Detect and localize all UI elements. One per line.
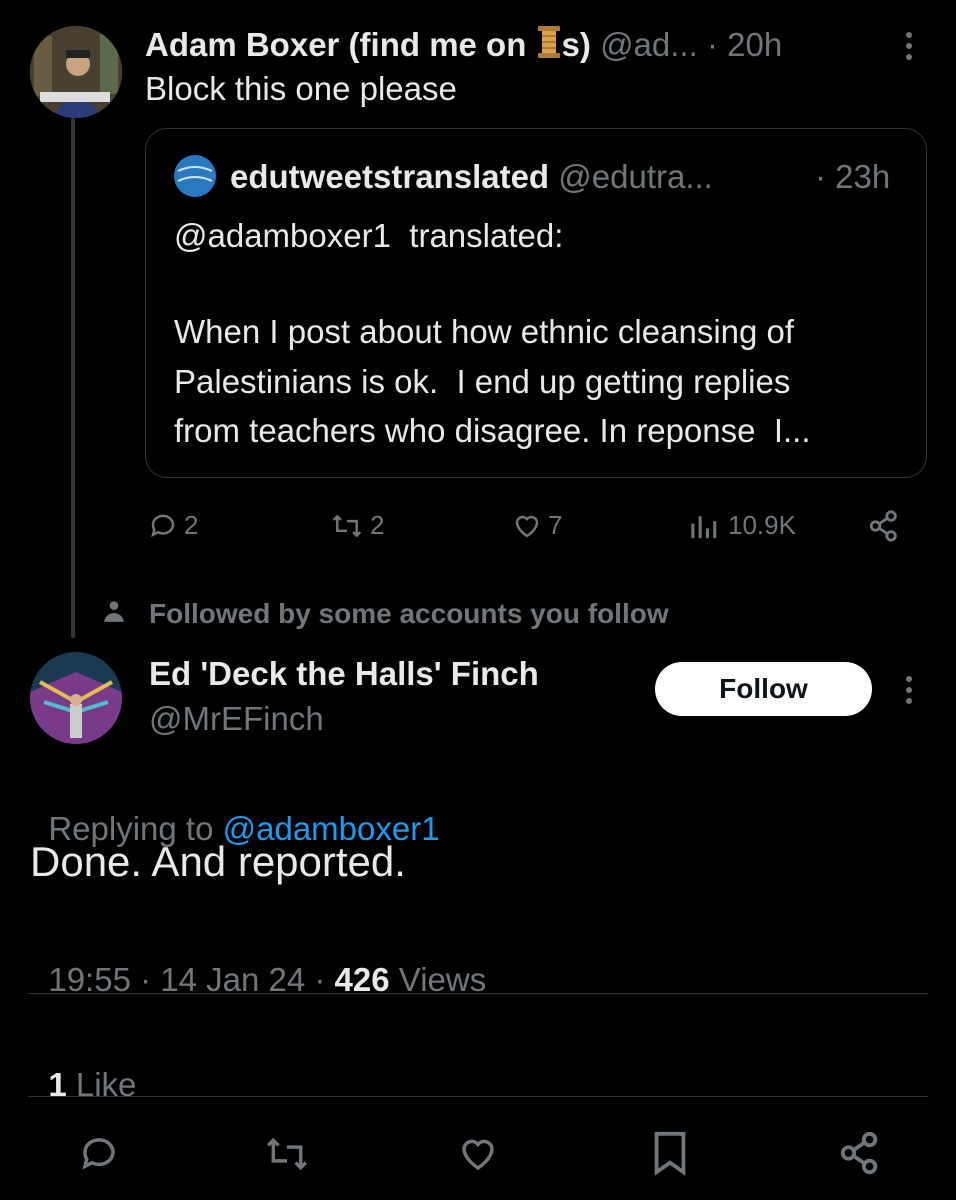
reply-icon <box>148 511 178 541</box>
divider <box>28 1096 928 1097</box>
quoted-text-line2: When I post about how ethnic cleansing o… <box>174 313 795 350</box>
repost-icon <box>330 511 364 541</box>
reply-author-handle[interactable]: @MrEFinch <box>149 700 324 738</box>
avatar-ed-finch[interactable] <box>30 652 122 744</box>
quoted-tweet-header: edutweetstranslated @edutra... <box>230 158 713 196</box>
quoted-text-line4: from teachers who disagree. In reponse I… <box>174 412 811 449</box>
quoted-author-handle[interactable]: @edutra... <box>558 158 713 195</box>
spool-icon <box>536 24 562 68</box>
heart-icon[interactable] <box>456 1133 500 1175</box>
views-action[interactable]: 10.9K <box>688 510 796 541</box>
heart-icon <box>512 511 542 541</box>
share-icon[interactable] <box>867 509 901 543</box>
author-handle[interactable]: @ad... <box>600 26 698 63</box>
quoted-text-line1: @adamboxer1 translated: <box>174 217 564 254</box>
replying-to: Replying to @adamboxer1 <box>30 772 439 848</box>
more-options-icon[interactable] <box>899 674 919 706</box>
likes-summary[interactable]: 1 Like <box>30 1028 136 1104</box>
parent-tweet-text: Block this one please <box>145 70 457 107</box>
likes-summary-label: Like <box>66 1066 137 1103</box>
reply-icon[interactable] <box>78 1133 120 1175</box>
likes-summary-count: 1 <box>48 1066 67 1103</box>
tweet-time[interactable]: · 20h <box>707 26 782 63</box>
author-name[interactable]: Adam Boxer (find me on <box>145 26 536 63</box>
more-options-icon[interactable] <box>899 30 919 62</box>
bookmark-icon[interactable] <box>650 1130 690 1176</box>
like-count: 7 <box>548 510 563 540</box>
reply-timestamp-row: 19:55 · 14 Jan 24 · 426 Views <box>30 923 486 999</box>
parent-tweet-header: Adam Boxer (find me on s) @ad... · 20h <box>145 24 782 68</box>
author-name-suffix[interactable]: s) <box>562 26 591 63</box>
social-context-text: Followed by some accounts you follow <box>149 598 669 629</box>
person-icon <box>101 598 127 624</box>
repost-count: 2 <box>370 510 385 540</box>
share-icon[interactable] <box>837 1130 883 1176</box>
quoted-tweet-time[interactable]: · 23h <box>815 158 890 196</box>
quoted-text-line3: Palestinians is ok. I end up getting rep… <box>174 363 791 400</box>
avatar-image <box>30 652 122 744</box>
quoted-author-name[interactable]: edutweetstranslated <box>230 158 549 195</box>
avatar-adam-boxer[interactable] <box>30 26 122 118</box>
divider <box>28 993 928 994</box>
like-action[interactable]: 7 <box>512 510 562 541</box>
views-count: 10.9K <box>728 510 796 540</box>
reply-action[interactable]: 2 <box>148 510 198 541</box>
repost-action[interactable]: 2 <box>330 510 384 541</box>
analytics-icon <box>688 511 722 541</box>
reply-author-name[interactable]: Ed 'Deck the Halls' Finch <box>149 655 539 693</box>
repost-icon[interactable] <box>263 1133 311 1175</box>
reply-count: 2 <box>184 510 199 540</box>
thread-line <box>71 118 75 638</box>
follow-button[interactable]: Follow <box>655 662 872 716</box>
avatar-edutweetstranslated[interactable] <box>174 155 216 197</box>
reply-text: Done. And reported. <box>30 838 406 885</box>
avatar-image <box>30 26 122 118</box>
avatar-image <box>174 155 216 197</box>
